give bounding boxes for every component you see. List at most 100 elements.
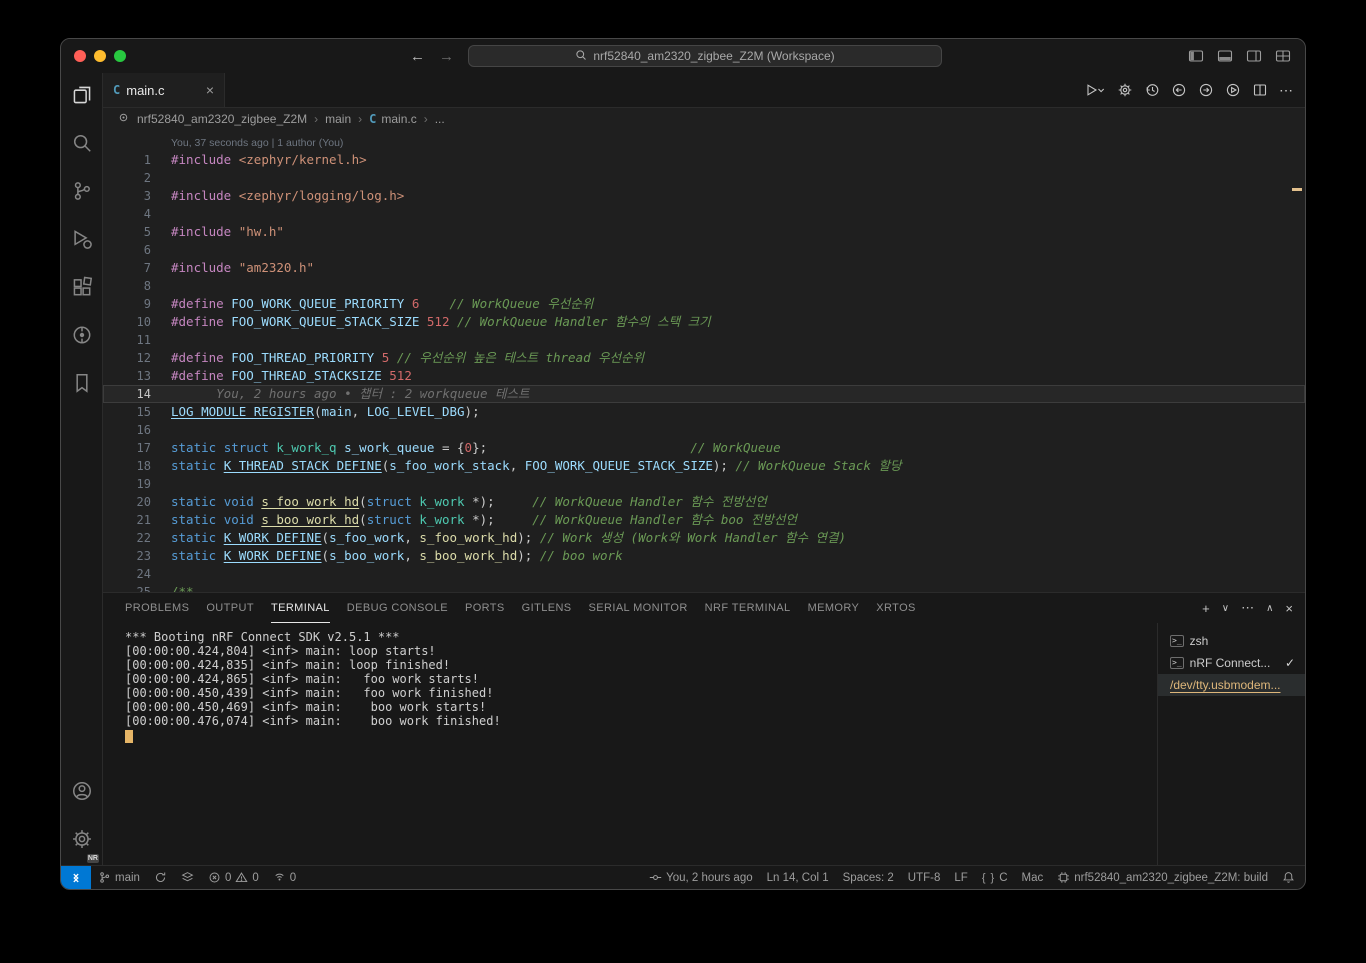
code-line-13[interactable]: 13#define FOO_THREAD_STACKSIZE 512 [103, 367, 1305, 385]
activity-extensions[interactable] [61, 265, 102, 313]
code-line-7[interactable]: 7#include "am2320.h" [103, 259, 1305, 277]
line-number[interactable]: 6 [103, 241, 151, 259]
code-line-17[interactable]: 17static struct k_work_q s_work_queue = … [103, 439, 1305, 457]
code-line-14[interactable]: 14 You, 2 hours ago • 챕터 : 2 workqueue 테… [103, 385, 1305, 403]
panel-tab-memory[interactable]: MEMORY [808, 593, 860, 623]
line-number[interactable]: 11 [103, 331, 151, 349]
line-number[interactable]: 4 [103, 205, 151, 223]
line-number[interactable]: 12 [103, 349, 151, 367]
code-line-22[interactable]: 22static K_WORK_DEFINE(s_foo_work, s_foo… [103, 529, 1305, 547]
terminal-output[interactable]: *** Booting nRF Connect SDK v2.5.1 ***[0… [103, 623, 1157, 865]
line-number[interactable]: 2 [103, 169, 151, 187]
line-number[interactable]: 13 [103, 367, 151, 385]
code-line-23[interactable]: 23static K_WORK_DEFINE(s_boo_work, s_boo… [103, 547, 1305, 565]
new-terminal-button[interactable]: + [1202, 601, 1210, 616]
code-line-12[interactable]: 12#define FOO_THREAD_PRIORITY 5 // 우선순위 … [103, 349, 1305, 367]
breadcrumb-item-3[interactable]: ... [435, 112, 445, 126]
line-number[interactable]: 7 [103, 259, 151, 277]
customize-layout-button[interactable] [1275, 48, 1291, 64]
line-number[interactable]: 20 [103, 493, 151, 511]
line-number[interactable]: 18 [103, 457, 151, 475]
line-number[interactable]: 23 [103, 547, 151, 565]
indentation-item[interactable]: Spaces: 2 [836, 866, 901, 889]
breadcrumb-item-1[interactable]: main [325, 112, 351, 126]
line-number[interactable]: 21 [103, 511, 151, 529]
gitlens-codelens[interactable]: You, 37 seconds ago | 1 author (You) [103, 135, 1305, 151]
code-line-1[interactable]: 1#include <zephyr/kernel.h> [103, 151, 1305, 169]
maximize-panel-button[interactable]: ∧ [1266, 603, 1273, 614]
line-number[interactable]: 5 [103, 223, 151, 241]
panel-tab-problems[interactable]: PROBLEMS [125, 593, 189, 623]
close-button[interactable] [74, 50, 86, 62]
blame-item[interactable]: You, 2 hours ago [642, 866, 760, 889]
timeline-history-button[interactable] [1144, 82, 1160, 98]
minimize-button[interactable] [94, 50, 106, 62]
close-tab-icon[interactable]: × [206, 83, 214, 97]
code-line-11[interactable]: 11 [103, 331, 1305, 349]
branch-item[interactable]: main [91, 866, 147, 889]
close-panel-button[interactable]: × [1285, 601, 1293, 616]
activity-bookmarks[interactable] [61, 361, 102, 409]
code-line-16[interactable]: 16 [103, 421, 1305, 439]
panel-tab-gitlens[interactable]: GITLENS [522, 593, 572, 623]
panel-tab-terminal[interactable]: TERMINAL [271, 593, 330, 623]
panel-tab-nrf-terminal[interactable]: NRF TERMINAL [705, 593, 791, 623]
split-editor-button[interactable] [1252, 82, 1268, 98]
code-editor[interactable]: You, 37 seconds ago | 1 author (You) 1#i… [103, 130, 1305, 592]
line-number[interactable]: 22 [103, 529, 151, 547]
zoom-button[interactable] [114, 50, 126, 62]
step-forward-button[interactable] [1198, 82, 1214, 98]
line-number[interactable]: 24 [103, 565, 151, 583]
gitlens-layers-button[interactable] [174, 866, 201, 889]
terminal-list-item-2[interactable]: /dev/tty.usbmodem... [1158, 674, 1305, 696]
debug-run-button[interactable] [1225, 82, 1241, 98]
code-line-8[interactable]: 8 [103, 277, 1305, 295]
terminal-list-item-0[interactable]: >_zsh [1158, 630, 1305, 652]
line-number[interactable]: 16 [103, 421, 151, 439]
settings-gear-icon[interactable] [1117, 82, 1133, 98]
code-line-21[interactable]: 21static void s_boo_work_hd(struct k_wor… [103, 511, 1305, 529]
panel-tab-debug-console[interactable]: DEBUG CONSOLE [347, 593, 448, 623]
panel-tab-serial-monitor[interactable]: SERIAL MONITOR [589, 593, 688, 623]
navigate-back-button[interactable]: ← [410, 48, 425, 65]
code-line-15[interactable]: 15LOG_MODULE_REGISTER(main, LOG_LEVEL_DB… [103, 403, 1305, 421]
navigate-forward-button[interactable]: → [439, 48, 454, 65]
remote-os-item[interactable]: Mac [1015, 866, 1051, 889]
line-number[interactable]: 8 [103, 277, 151, 295]
breadcrumb-item-2[interactable]: Cmain.c [369, 112, 417, 126]
sync-button[interactable] [147, 866, 174, 889]
breadcrumb-item-0[interactable]: nrf52840_am2320_zigbee_Z2M [137, 112, 307, 126]
code-line-2[interactable]: 2 [103, 169, 1305, 187]
code-line-10[interactable]: 10#define FOO_WORK_QUEUE_STACK_SIZE 512 … [103, 313, 1305, 331]
run-build-button[interactable] [1085, 82, 1106, 98]
tab-main-c[interactable]: C main.c × [103, 73, 225, 107]
encoding-item[interactable]: UTF-8 [901, 866, 948, 889]
activity-explorer[interactable] [61, 73, 102, 121]
code-line-25[interactable]: 25/** [103, 583, 1305, 592]
code-line-20[interactable]: 20static void s_foo_work_hd(struct k_wor… [103, 493, 1305, 511]
terminal-list-item-1[interactable]: >_nRF Connect...✓ [1158, 652, 1305, 674]
line-number[interactable]: 15 [103, 403, 151, 421]
code-line-6[interactable]: 6 [103, 241, 1305, 259]
panel-more-actions-button[interactable]: ⋯ [1241, 600, 1254, 616]
more-actions-button[interactable]: ⋯ [1279, 82, 1293, 99]
line-number[interactable]: 14 [103, 385, 151, 403]
remote-indicator[interactable] [61, 866, 91, 889]
line-number[interactable]: 17 [103, 439, 151, 457]
activity-search[interactable] [61, 121, 102, 169]
line-number[interactable]: 25 [103, 583, 151, 592]
notifications-bell-button[interactable] [1275, 866, 1305, 889]
activity-source-control[interactable] [61, 169, 102, 217]
toggle-sidebar-right-button[interactable] [1246, 48, 1262, 64]
command-center[interactable]: nrf52840_am2320_zigbee_Z2M (Workspace) [468, 45, 942, 67]
activity-nrf-connect[interactable] [61, 313, 102, 361]
line-number[interactable]: 1 [103, 151, 151, 169]
activity-accounts[interactable] [61, 769, 102, 817]
code-line-5[interactable]: 5#include "hw.h" [103, 223, 1305, 241]
step-back-button[interactable] [1171, 82, 1187, 98]
ports-item[interactable]: 0 [266, 866, 303, 889]
terminal-dropdown-icon[interactable]: ∨ [1222, 603, 1229, 614]
problems-item[interactable]: 0 0 [201, 866, 266, 889]
code-line-18[interactable]: 18static K_THREAD_STACK_DEFINE(s_foo_wor… [103, 457, 1305, 475]
language-item[interactable]: { } C [975, 866, 1015, 889]
